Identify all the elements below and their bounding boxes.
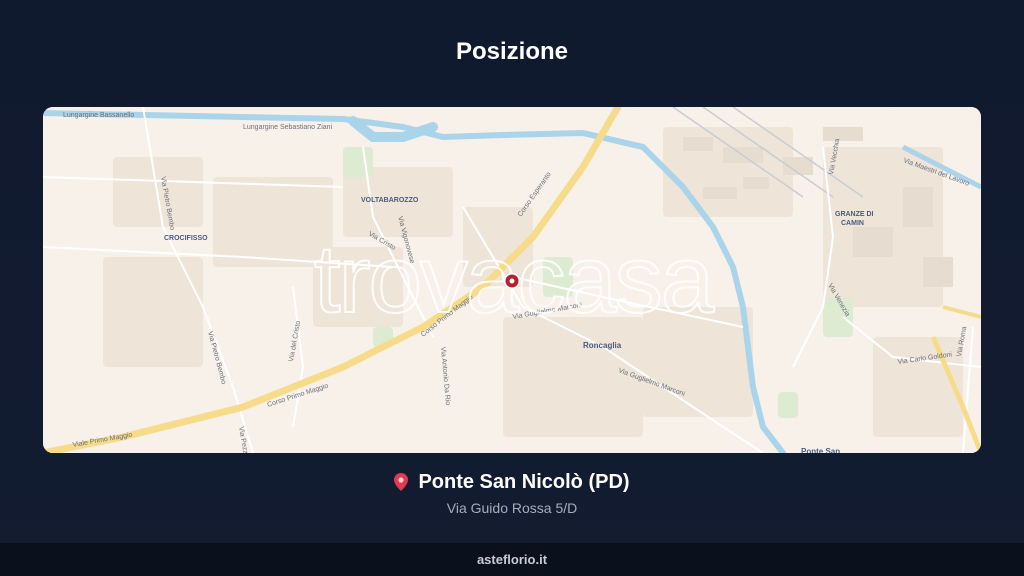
location-marker-icon[interactable]	[504, 273, 520, 289]
pin-icon	[394, 473, 409, 497]
svg-text:CAMIN: CAMIN	[841, 220, 864, 227]
svg-text:CROCIFISSO: CROCIFISSO	[164, 235, 208, 242]
svg-text:VOLTABAROZZO: VOLTABAROZZO	[361, 197, 419, 204]
page-title: Posizione	[455, 38, 569, 65]
svg-text:Ponte San: Ponte San	[801, 447, 840, 453]
svg-text:Roncaglia: Roncaglia	[583, 341, 622, 350]
footer: asteflorio.it	[0, 543, 1024, 576]
footer-site[interactable]: asteflorio.it	[477, 552, 547, 567]
location-address: Via Guido Rossa 5/D	[446, 500, 578, 516]
map-view[interactable]: Lungargine Bassanello Lungargine Sebasti…	[43, 107, 981, 453]
svg-text:GRANZE DI: GRANZE DI	[835, 211, 874, 218]
svg-text:Lungargine Bassanello: Lungargine Bassanello	[63, 112, 134, 119]
svg-text:Lungargine Sebastiano Ziani: Lungargine Sebastiano Ziani	[243, 124, 333, 131]
location-name: Ponte San Nicolò (PD)	[418, 471, 630, 493]
location-name-row: Ponte San Nicolò (PD)	[0, 471, 1024, 497]
map-canvas: Lungargine Bassanello Lungargine Sebasti…	[43, 107, 981, 453]
